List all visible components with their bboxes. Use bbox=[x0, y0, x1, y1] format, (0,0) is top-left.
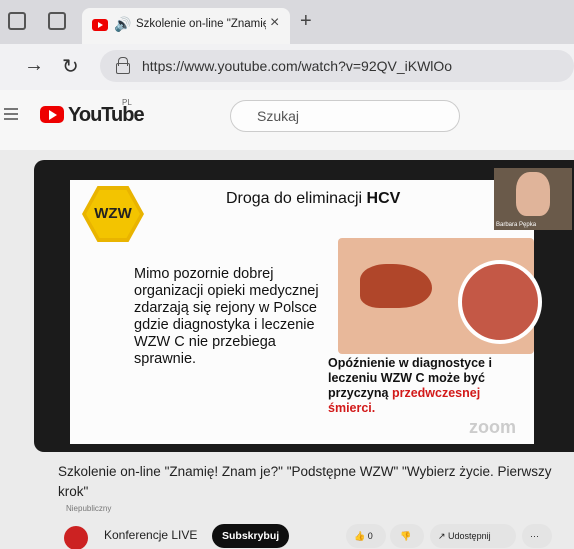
address-bar[interactable]: https://www.youtube.com/watch?v=92QV_iKW… bbox=[100, 50, 574, 82]
subscribe-button[interactable]: Subskrybuj bbox=[212, 524, 290, 548]
close-tab-icon[interactable]: × bbox=[270, 14, 279, 32]
channel-name[interactable]: Konferencje LIVE bbox=[104, 528, 197, 542]
video-player[interactable]: WZW Droga do eliminacji HCV Mimo pozorni… bbox=[34, 160, 574, 452]
dislike-icon[interactable]: 👎 bbox=[390, 524, 424, 548]
speaker-face bbox=[516, 172, 550, 216]
new-tab-button[interactable]: + bbox=[300, 10, 312, 33]
like-count: 0 bbox=[367, 531, 373, 541]
photo-of-screen: 🔊 Szkolenie on-line "Znamię! × + → ↻ htt… bbox=[0, 0, 574, 549]
slide-title-prefix: Droga do eliminacji bbox=[226, 190, 367, 207]
wzw-badge-text: WZW bbox=[86, 190, 140, 238]
youtube-logo-icon[interactable] bbox=[40, 106, 64, 123]
menu-icon[interactable] bbox=[4, 108, 18, 120]
speaker-icon[interactable]: 🔊 bbox=[114, 16, 131, 33]
youtube-header: YouTube PL Szukaj bbox=[0, 90, 574, 150]
more-actions-button[interactable]: ··· bbox=[522, 524, 552, 548]
back-arrow-icon[interactable]: → bbox=[24, 54, 44, 77]
liver-illustration bbox=[338, 238, 542, 354]
speaker-camera-tile: Barbara Pępka bbox=[494, 168, 572, 230]
workspaces-icon[interactable] bbox=[8, 12, 26, 30]
search-placeholder: Szukaj bbox=[257, 108, 300, 124]
share-button[interactable]: ↗ Udostępnij bbox=[430, 524, 516, 548]
url-text: https://www.youtube.com/watch?v=92QV_iKW… bbox=[142, 58, 453, 74]
share-label: Udostępnij bbox=[448, 531, 491, 541]
lock-icon bbox=[116, 57, 130, 74]
speaker-name: Barbara Pępka bbox=[496, 222, 537, 228]
tab-actions-icon[interactable] bbox=[48, 12, 66, 30]
visibility-badge: Niepubliczny bbox=[66, 504, 112, 513]
browser-tab-bar: 🔊 Szkolenie on-line "Znamię! × + bbox=[0, 0, 574, 44]
liver-shape bbox=[360, 264, 432, 308]
channel-avatar[interactable] bbox=[64, 526, 88, 549]
youtube-wordmark[interactable]: YouTube bbox=[68, 104, 145, 127]
browser-nav-bar: → ↻ https://www.youtube.com/watch?v=92QV… bbox=[0, 44, 574, 90]
zoom-watermark: zoom bbox=[469, 417, 516, 437]
reload-icon[interactable]: ↻ bbox=[62, 54, 79, 79]
slide-callout: Opóźnienie w diagnostyce i leczeniu WZW … bbox=[328, 356, 528, 416]
slide-title: Droga do eliminacji HCV bbox=[226, 190, 400, 208]
presentation-slide: WZW Droga do eliminacji HCV Mimo pozorni… bbox=[70, 180, 542, 444]
browser-tab[interactable]: 🔊 Szkolenie on-line "Znamię! × bbox=[82, 8, 290, 44]
liver-closeup-circle bbox=[458, 260, 542, 344]
youtube-favicon-icon bbox=[92, 19, 108, 31]
slide-title-bold: HCV bbox=[366, 190, 401, 207]
tab-title: Szkolenie on-line "Znamię! bbox=[136, 18, 266, 30]
region-code: PL bbox=[122, 98, 132, 107]
like-button[interactable]: 👍 0 bbox=[346, 524, 386, 548]
video-title: Szkolenie on-line "Znamię! Znam je?" "Po… bbox=[58, 464, 552, 499]
wzw-hexagon-badge: WZW bbox=[82, 186, 144, 242]
search-input[interactable]: Szukaj bbox=[230, 100, 460, 132]
slide-body-text: Mimo pozornie dobrej organizacji opieki … bbox=[134, 266, 319, 367]
